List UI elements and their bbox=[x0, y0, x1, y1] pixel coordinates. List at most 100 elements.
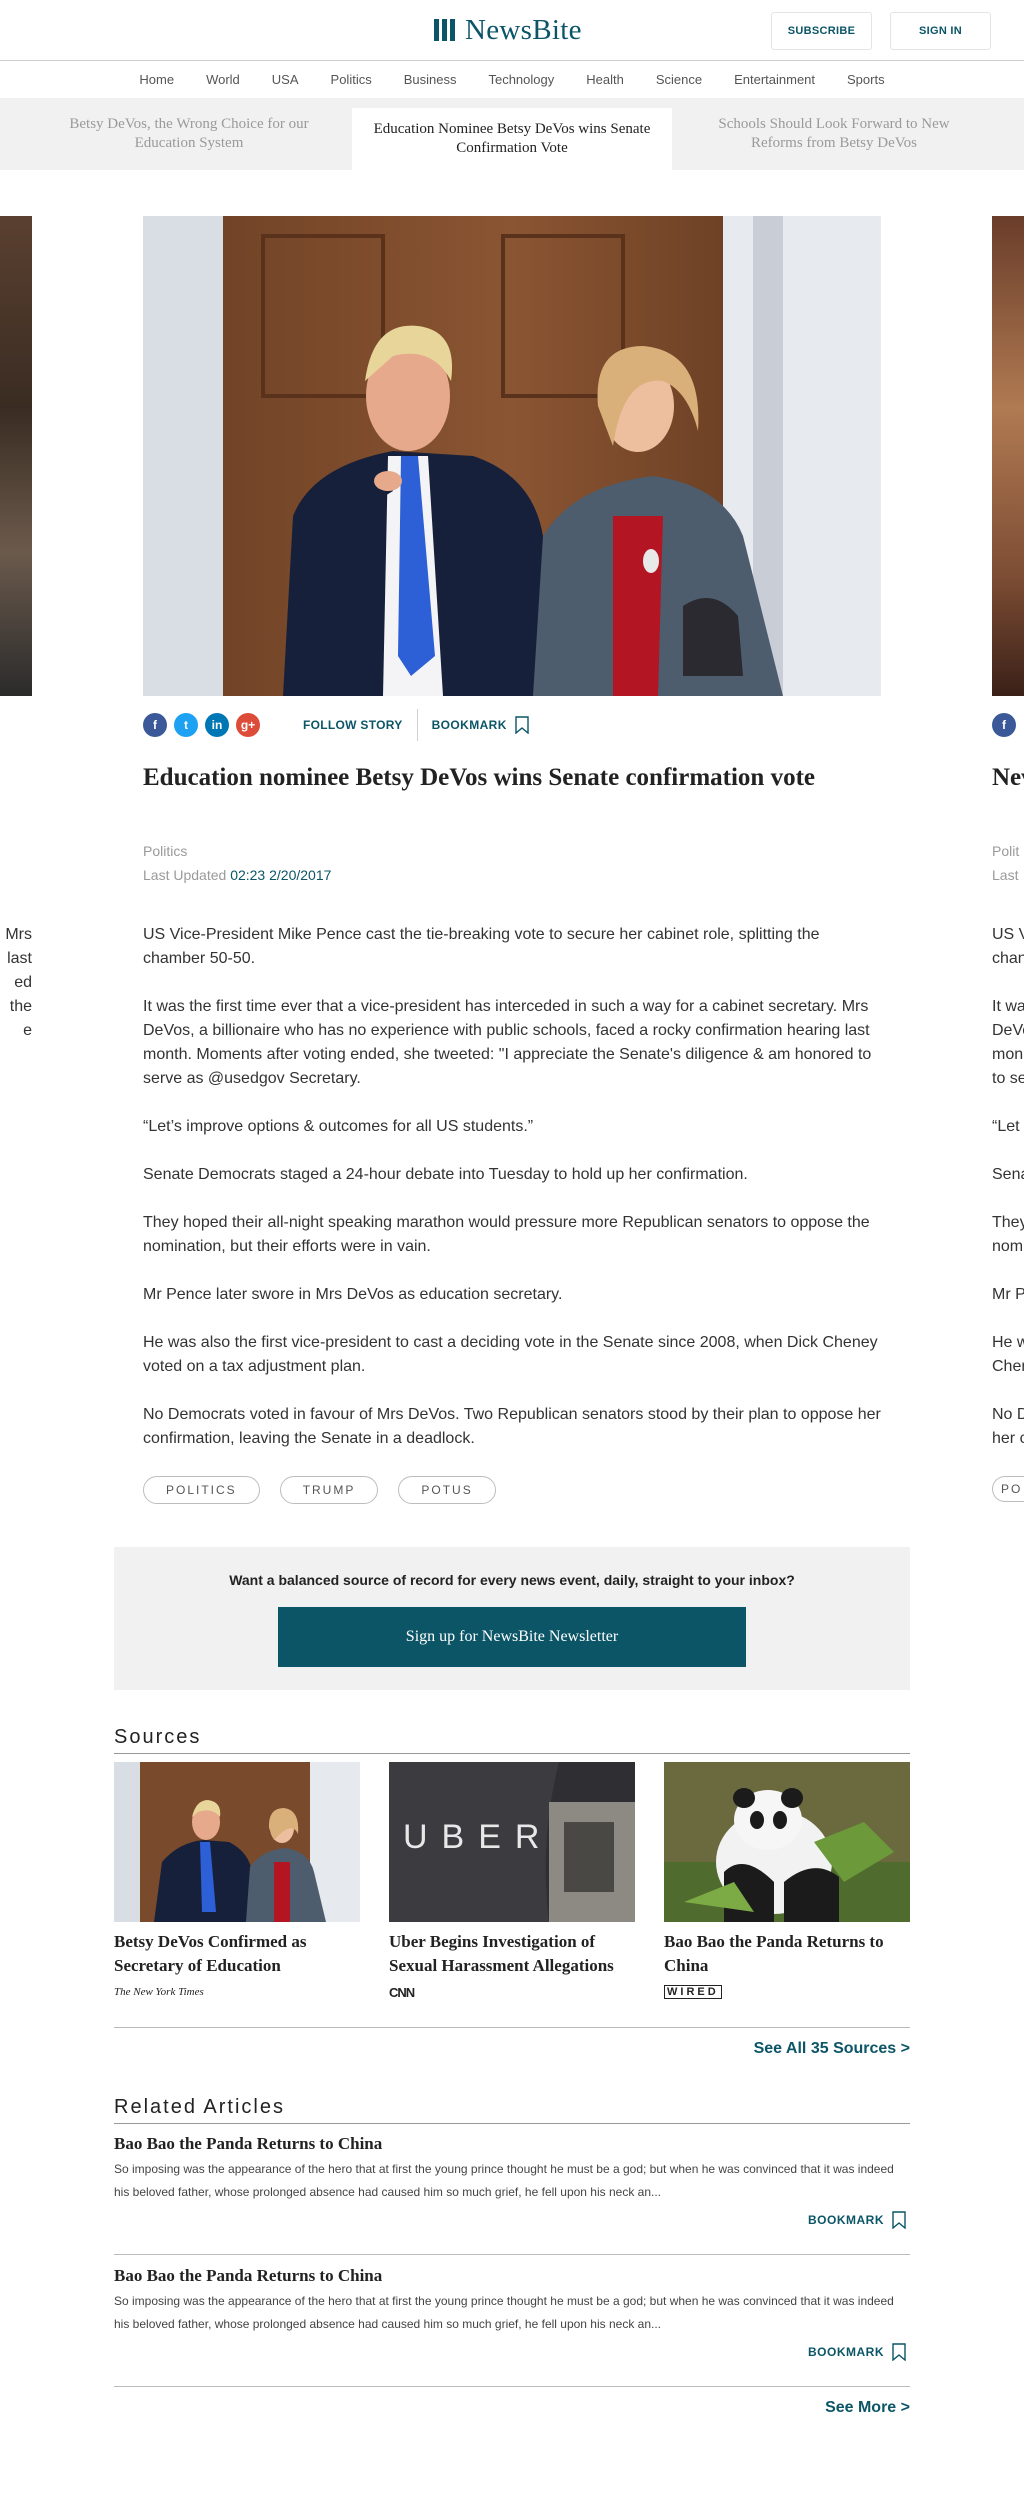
source-card[interactable]: UBER Uber Begins Investigation of Sexual… bbox=[389, 1762, 635, 2000]
bookmark-label: BOOKMARK bbox=[808, 2345, 884, 2359]
twitter-icon[interactable]: t bbox=[174, 713, 198, 737]
article-paragraph: US Vice-President Mike Pence cast the ti… bbox=[143, 926, 820, 967]
article-paragraph: They hoped their all-night speaking mara… bbox=[143, 1214, 870, 1255]
peek-line bbox=[992, 1139, 1024, 1163]
facebook-icon[interactable]: f bbox=[992, 713, 1016, 737]
bookmark-label: BOOKMARK bbox=[431, 718, 507, 732]
peek-line bbox=[992, 971, 1024, 995]
newsbite-logo-icon bbox=[434, 19, 455, 41]
nav-item-health[interactable]: Health bbox=[586, 72, 624, 87]
article-updated: Last Updated 02:23 2/20/2017 bbox=[143, 867, 331, 883]
related-article-title[interactable]: Bao Bao the Panda Returns to China bbox=[114, 2134, 910, 2154]
related-divider bbox=[114, 2386, 910, 2387]
source-thumbnail bbox=[664, 1762, 910, 1922]
next-story-headline-fragment[interactable]: Nev bbox=[992, 762, 1024, 794]
linkedin-icon[interactable]: in bbox=[205, 713, 229, 737]
article-paragraph: It was the first time ever that a vice-p… bbox=[143, 998, 872, 1087]
next-story-category-fragment: Polit bbox=[992, 843, 1020, 859]
updated-label: Last Updated bbox=[143, 867, 227, 883]
peek-line bbox=[992, 1307, 1024, 1331]
source-logo-text: WIRED bbox=[664, 1985, 722, 1999]
tag-politics[interactable]: POLITICS bbox=[143, 1476, 260, 1504]
related-bookmark-button[interactable]: BOOKMARK bbox=[808, 2211, 906, 2229]
peek-line: mon bbox=[992, 1046, 1024, 1063]
hero-image bbox=[143, 216, 881, 696]
nav-item-world[interactable]: World bbox=[206, 72, 240, 87]
source-image[interactable] bbox=[114, 1762, 360, 1922]
peek-line: Sena bbox=[992, 1166, 1024, 1183]
peek-line: US V bbox=[992, 926, 1024, 943]
next-story-tag-fragment[interactable]: PO bbox=[992, 1476, 1024, 1502]
share-toolbar: f t in g+ FOLLOW STORY BOOKMARK bbox=[143, 709, 881, 741]
peek-line bbox=[992, 1259, 1024, 1283]
peek-line: e bbox=[23, 1022, 32, 1039]
article-headline: Education nominee Betsy DeVos wins Senat… bbox=[143, 764, 815, 791]
related-article-title[interactable]: Bao Bao the Panda Returns to China bbox=[114, 2266, 910, 2286]
peek-line: chan bbox=[992, 950, 1024, 967]
google-plus-icon[interactable]: g+ bbox=[236, 713, 260, 737]
previous-story-image[interactable] bbox=[0, 216, 32, 696]
peek-line: to se bbox=[992, 1070, 1024, 1087]
previous-story-text-fragments: Mrs last ed the e bbox=[0, 923, 32, 1043]
source-title[interactable]: Bao Bao the Panda Returns to China bbox=[664, 1930, 910, 1978]
peek-line: He w bbox=[992, 1334, 1024, 1351]
nav-item-entertainment[interactable]: Entertainment bbox=[734, 72, 815, 87]
nav-item-technology[interactable]: Technology bbox=[488, 72, 554, 87]
source-title[interactable]: Uber Begins Investigation of Sexual Hara… bbox=[389, 1930, 635, 1978]
story-tab-current[interactable]: Education Nominee Betsy DeVos wins Senat… bbox=[352, 108, 672, 170]
source-card[interactable]: Bao Bao the Panda Returns to China WIRED bbox=[664, 1762, 910, 2000]
story-tab-next[interactable]: Schools Should Look Forward to New Refor… bbox=[707, 98, 961, 170]
next-story-text-fragments: US V chan It wa DeVo mon to se “Let Sena… bbox=[992, 923, 1024, 1451]
peek-line: DeVo bbox=[992, 1022, 1024, 1039]
nav-item-politics[interactable]: Politics bbox=[331, 72, 372, 87]
follow-story-button[interactable]: FOLLOW STORY bbox=[303, 718, 403, 732]
tag-potus[interactable]: POTUS bbox=[398, 1476, 496, 1504]
share-divider bbox=[416, 709, 418, 741]
source-logo-cnn: CNN bbox=[389, 1984, 635, 2000]
related-bookmark-button[interactable]: BOOKMARK bbox=[808, 2343, 906, 2361]
source-card[interactable]: Betsy DeVos Confirmed as Secretary of Ed… bbox=[114, 1762, 360, 2000]
tag-trump[interactable]: TRUMP bbox=[279, 1476, 379, 1504]
story-tab-previous[interactable]: Betsy DeVos, the Wrong Choice for our Ed… bbox=[62, 98, 316, 170]
peek-line: Chen bbox=[992, 1358, 1024, 1375]
sources-heading: Sources bbox=[114, 1726, 910, 1754]
peek-line: Mrs bbox=[5, 926, 32, 943]
bookmark-button[interactable]: BOOKMARK bbox=[432, 716, 529, 734]
source-logo-wired: WIRED bbox=[664, 1984, 910, 2000]
svg-text:UBER: UBER bbox=[403, 1818, 553, 1856]
related-article[interactable]: Bao Bao the Panda Returns to China So im… bbox=[114, 2266, 910, 2336]
source-image[interactable]: UBER bbox=[389, 1762, 635, 1922]
facebook-icon[interactable]: f bbox=[143, 713, 167, 737]
nav-item-science[interactable]: Science bbox=[656, 72, 702, 87]
bookmark-icon bbox=[515, 716, 529, 734]
peek-line: No D bbox=[992, 1406, 1024, 1423]
see-all-sources-link[interactable]: See All 35 Sources > bbox=[614, 2040, 910, 2058]
sign-in-button[interactable]: SIGN IN bbox=[890, 12, 991, 50]
related-article[interactable]: Bao Bao the Panda Returns to China So im… bbox=[114, 2134, 910, 2204]
nav-item-sports[interactable]: Sports bbox=[847, 72, 885, 87]
nav-item-home[interactable]: Home bbox=[139, 72, 174, 87]
site-header: NewsBite SUBSCRIBE SIGN IN bbox=[0, 0, 1024, 61]
story-carousel-tabs: Betsy DeVos, the Wrong Choice for our Ed… bbox=[0, 98, 1024, 170]
related-divider bbox=[114, 2254, 910, 2255]
peek-line: It wa bbox=[992, 998, 1024, 1015]
newsletter-signup: Want a balanced source of record for eve… bbox=[114, 1547, 910, 1690]
hero-photo-illustration bbox=[143, 216, 881, 696]
related-article-excerpt: So imposing was the appearance of the he… bbox=[114, 2294, 894, 2331]
subscribe-button[interactable]: SUBSCRIBE bbox=[771, 12, 872, 50]
peek-line: nomi bbox=[992, 1238, 1024, 1255]
newsletter-prompt: Want a balanced source of record for eve… bbox=[229, 1572, 795, 1588]
newsletter-signup-button[interactable]: Sign up for NewsBite Newsletter bbox=[278, 1607, 746, 1667]
article-category[interactable]: Politics bbox=[143, 843, 187, 859]
see-more-link[interactable]: See More > bbox=[614, 2399, 910, 2417]
main-nav: Home World USA Politics Business Technol… bbox=[0, 61, 1024, 98]
source-image[interactable] bbox=[664, 1762, 910, 1922]
nav-item-usa[interactable]: USA bbox=[272, 72, 299, 87]
peek-line: her c bbox=[992, 1430, 1024, 1447]
nav-item-business[interactable]: Business bbox=[404, 72, 457, 87]
next-story-image[interactable] bbox=[992, 216, 1024, 696]
source-title[interactable]: Betsy DeVos Confirmed as Secretary of Ed… bbox=[114, 1930, 360, 1978]
site-logo[interactable]: NewsBite bbox=[434, 12, 582, 48]
related-article-excerpt: So imposing was the appearance of the he… bbox=[114, 2162, 894, 2199]
peek-line: “Let bbox=[992, 1118, 1020, 1135]
